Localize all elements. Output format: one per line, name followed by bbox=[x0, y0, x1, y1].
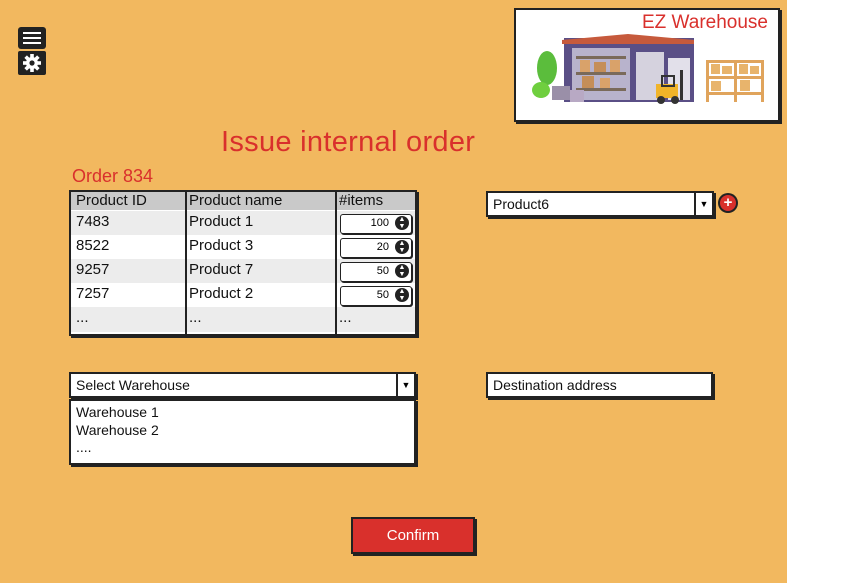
stepper-arrows-icon[interactable]: ▲ ▼ bbox=[395, 288, 409, 302]
destination-address-field[interactable]: Destination address bbox=[486, 372, 713, 398]
warehouse-option-more: .... bbox=[76, 439, 92, 455]
warehouse-illustration bbox=[532, 34, 764, 104]
warehouse-select[interactable]: Select Warehouse ▼ bbox=[69, 372, 416, 398]
product-select[interactable]: Product6 ▼ bbox=[486, 191, 714, 217]
list-icon[interactable] bbox=[18, 27, 46, 49]
chevron-down-icon[interactable]: ▼ bbox=[694, 193, 712, 215]
warehouse-option[interactable]: Warehouse 1 bbox=[76, 404, 159, 420]
warehouse-options-list: Warehouse 1 Warehouse 2 .... bbox=[69, 399, 416, 465]
quantity-stepper[interactable]: 50 ▲ ▼ bbox=[340, 262, 412, 282]
quantity-stepper[interactable]: 50 ▲ ▼ bbox=[340, 286, 412, 306]
chevron-down-icon[interactable]: ▼ bbox=[396, 374, 414, 396]
quantity-value: 20 bbox=[376, 241, 389, 253]
app-canvas: EZ Warehouse Issue internal order Order … bbox=[0, 0, 787, 583]
column-header-items: #items bbox=[339, 192, 384, 209]
quantity-value: 50 bbox=[376, 265, 389, 277]
warehouse-option[interactable]: Warehouse 2 bbox=[76, 422, 159, 438]
page-title: Issue internal order bbox=[221, 126, 476, 158]
quantity-value: 50 bbox=[376, 289, 389, 301]
stepper-arrows-icon[interactable]: ▲ ▼ bbox=[395, 240, 409, 254]
destination-address-placeholder: Destination address bbox=[493, 377, 617, 393]
order-title: Order 834 bbox=[72, 166, 154, 186]
confirm-button[interactable]: Confirm bbox=[351, 517, 475, 554]
warehouse-select-value: Select Warehouse bbox=[76, 377, 190, 393]
order-items-table: Product ID Product name #items 7483 Prod… bbox=[69, 190, 417, 336]
stepper-arrows-icon[interactable]: ▲ ▼ bbox=[395, 264, 409, 278]
more-indicator: ... bbox=[339, 309, 352, 326]
app-logo: EZ Warehouse bbox=[514, 8, 780, 122]
stepper-arrows-icon[interactable]: ▲ ▼ bbox=[395, 216, 409, 230]
gear-icon[interactable] bbox=[18, 51, 46, 75]
plus-icon: + bbox=[720, 195, 736, 211]
add-product-button[interactable]: + bbox=[718, 193, 738, 213]
column-divider bbox=[71, 192, 337, 334]
quantity-value: 100 bbox=[370, 217, 389, 229]
product-select-value: Product6 bbox=[493, 196, 550, 212]
quantity-stepper[interactable]: 20 ▲ ▼ bbox=[340, 238, 412, 258]
quantity-stepper[interactable]: 100 ▲ ▼ bbox=[340, 214, 412, 234]
